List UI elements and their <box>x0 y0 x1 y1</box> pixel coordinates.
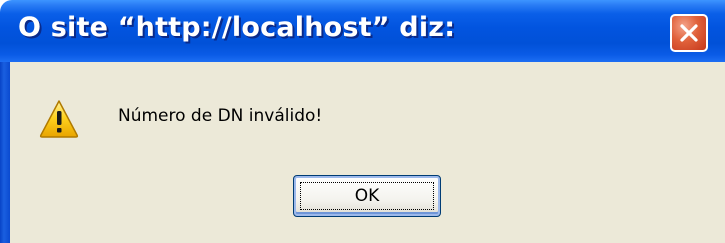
dialog-title: O site “http://localhost” diz: <box>18 12 456 43</box>
alert-message: Número de DN inválido! <box>118 106 323 126</box>
ok-button-label: OK <box>354 186 380 206</box>
window-frame-left <box>0 62 10 243</box>
ok-button[interactable]: OK <box>293 175 441 217</box>
close-button[interactable] <box>670 14 708 52</box>
alert-dialog: O site “http://localhost” diz: Número de… <box>0 0 725 243</box>
close-icon <box>680 24 698 42</box>
title-bar[interactable]: O site “http://localhost” diz: <box>0 0 725 62</box>
warning-icon <box>39 100 79 138</box>
